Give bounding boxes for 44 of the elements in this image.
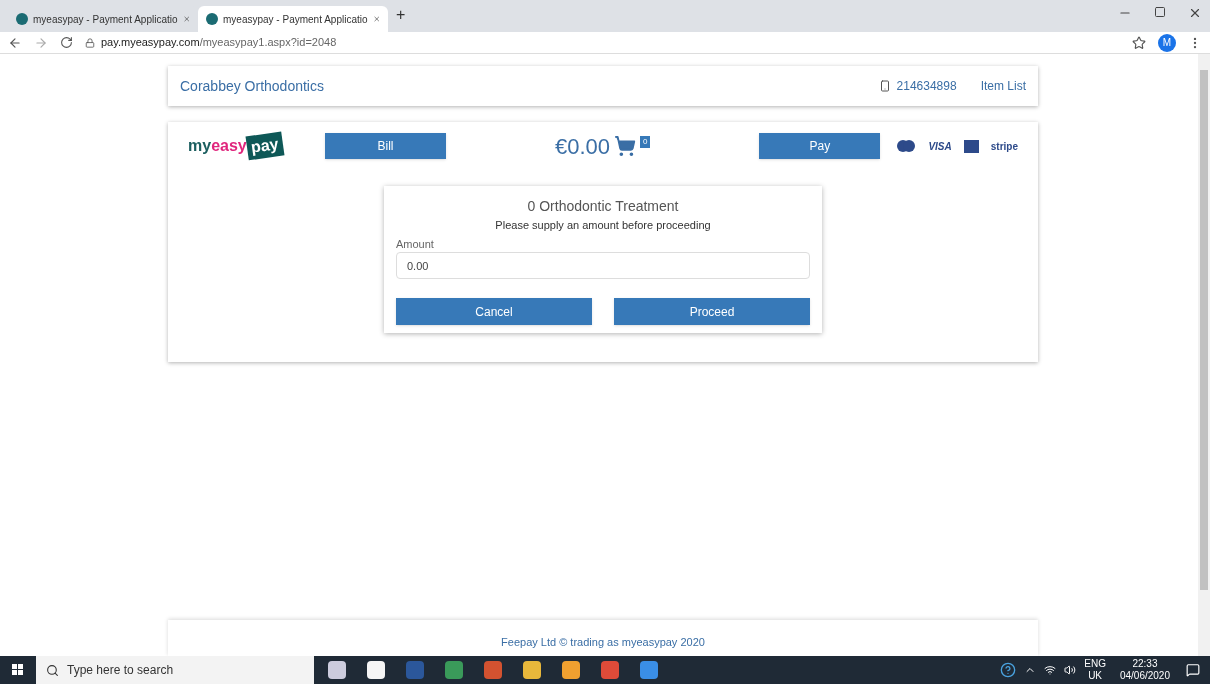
new-tab-button[interactable]: + — [396, 3, 406, 27]
footer-link[interactable]: Feepay Ltd © trading as myeasypay 2020 — [501, 634, 705, 656]
scrollbar[interactable] — [1198, 54, 1210, 656]
total-amount: €0.00 — [554, 132, 610, 161]
pay-button[interactable]: Pay — [759, 133, 881, 159]
address-bar[interactable]: pay.myeasypay.com/myeasypay1.aspx?id=2048 — [85, 34, 1120, 51]
lock-icon — [85, 37, 95, 48]
myeasypay-logo: myeasy pay — [188, 134, 325, 158]
profile-avatar[interactable]: M — [1158, 33, 1176, 52]
proceed-button[interactable]: Proceed — [614, 298, 810, 325]
site-icon — [206, 13, 218, 25]
mastercard-icon — [896, 140, 917, 152]
help-icon[interactable] — [1000, 662, 1017, 678]
start-icon[interactable] — [12, 664, 24, 676]
visa-label: VISA — [928, 139, 952, 154]
maximize-icon[interactable] — [1154, 6, 1166, 18]
notification-icon[interactable] — [1186, 663, 1200, 677]
cancel-button[interactable]: Cancel — [396, 298, 592, 325]
dialog-title: 0 Orthodontic Treatment — [526, 197, 680, 216]
amount-label: Amount — [396, 236, 435, 252]
cart-count: 0 — [640, 135, 651, 148]
taskbar-search-field[interactable]: Type here to search — [36, 656, 314, 684]
site-icon — [16, 13, 28, 25]
dialog-message: Please supply an amount before proceeding — [494, 218, 712, 233]
close-icon[interactable] — [1188, 6, 1202, 20]
region-code: UK — [1088, 670, 1103, 682]
item-list-link[interactable]: Item List — [980, 77, 1026, 95]
phone-number: 214634898 — [896, 78, 957, 95]
cart-icon[interactable] — [614, 135, 636, 157]
network-icon[interactable] — [1044, 664, 1057, 676]
amount-field[interactable]: 0.00 — [396, 252, 810, 279]
language-code: ENG — [1084, 658, 1106, 670]
stripe-label: stripe — [990, 139, 1018, 154]
search-icon — [46, 663, 59, 677]
bookmark-star-icon[interactable] — [1132, 35, 1146, 50]
phone-icon — [878, 80, 891, 92]
bill-button[interactable]: Bill — [325, 133, 446, 159]
clock-date: 04/06/2020 — [1119, 670, 1170, 682]
reload-icon[interactable] — [60, 36, 73, 49]
browser-tab[interactable]: myeasypay - Payment Applicatio — [198, 6, 388, 32]
back-icon[interactable] — [8, 35, 22, 50]
volume-icon[interactable] — [1064, 664, 1077, 676]
practice-link[interactable]: Corabbey Orthodontics — [180, 75, 879, 97]
clock-time: 22:33 — [1132, 658, 1158, 670]
